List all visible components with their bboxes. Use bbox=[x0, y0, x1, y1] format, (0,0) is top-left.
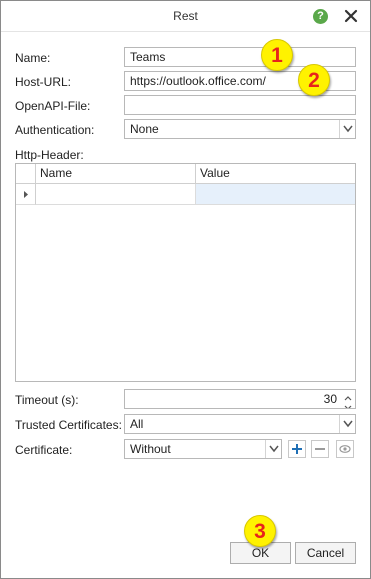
remove-certificate-button[interactable] bbox=[311, 440, 329, 458]
http-header-table: Name Value bbox=[15, 163, 356, 382]
close-icon[interactable] bbox=[342, 7, 360, 25]
eye-icon bbox=[339, 445, 351, 453]
host-url-label: Host-URL: bbox=[15, 75, 72, 89]
table-cell-value[interactable] bbox=[196, 184, 355, 205]
column-header-name[interactable]: Name bbox=[36, 164, 196, 184]
timeout-value: 30 bbox=[323, 392, 337, 406]
row-indicator-header bbox=[16, 164, 36, 184]
step-marker-1: 1 bbox=[261, 39, 293, 71]
plus-icon bbox=[292, 444, 302, 454]
authentication-select[interactable]: None bbox=[124, 119, 356, 139]
add-certificate-button[interactable] bbox=[288, 440, 306, 458]
certificate-value: Without bbox=[130, 442, 171, 456]
step-marker-3: 3 bbox=[244, 515, 276, 547]
trusted-certificates-select[interactable]: All bbox=[124, 414, 356, 434]
authentication-label: Authentication: bbox=[15, 123, 95, 137]
view-certificate-button[interactable] bbox=[336, 440, 354, 458]
step-marker-2: 2 bbox=[298, 64, 330, 96]
name-label: Name: bbox=[15, 51, 51, 65]
row-indicator bbox=[16, 184, 36, 205]
spin-down-icon[interactable] bbox=[341, 399, 355, 408]
timeout-label: Timeout (s): bbox=[15, 393, 79, 407]
rest-dialog: Rest ? Name: Teams Host-URL: https://out… bbox=[0, 0, 371, 579]
timeout-stepper[interactable]: 30 bbox=[124, 389, 356, 409]
trusted-certificates-dropdown-button[interactable] bbox=[339, 415, 355, 433]
title-bar: Rest ? bbox=[1, 1, 370, 32]
http-header-label: Http-Header: bbox=[15, 148, 84, 162]
trusted-certificates-label: Trusted Certificates: bbox=[15, 418, 122, 432]
spin-up-icon[interactable] bbox=[341, 390, 355, 401]
name-field[interactable]: Teams bbox=[124, 47, 356, 67]
trusted-certificates-value: All bbox=[130, 417, 144, 431]
openapi-file-label: OpenAPI-File: bbox=[15, 99, 91, 113]
chevron-down-icon bbox=[269, 445, 279, 453]
table-cell-name[interactable] bbox=[36, 184, 196, 205]
authentication-value: None bbox=[130, 122, 159, 136]
chevron-down-icon bbox=[343, 125, 353, 133]
certificate-label: Certificate: bbox=[15, 443, 73, 457]
column-header-value[interactable]: Value bbox=[196, 164, 355, 184]
authentication-dropdown-button[interactable] bbox=[339, 120, 355, 138]
minus-icon bbox=[315, 448, 325, 450]
certificate-select[interactable]: Without bbox=[124, 439, 282, 459]
current-row-icon bbox=[24, 191, 28, 198]
timeout-spin-buttons[interactable] bbox=[341, 390, 355, 408]
certificate-dropdown-button[interactable] bbox=[265, 440, 281, 458]
chevron-down-icon bbox=[343, 420, 353, 428]
cancel-button[interactable]: Cancel bbox=[295, 542, 356, 564]
help-icon[interactable]: ? bbox=[313, 9, 328, 24]
openapi-file-field[interactable] bbox=[124, 95, 356, 115]
